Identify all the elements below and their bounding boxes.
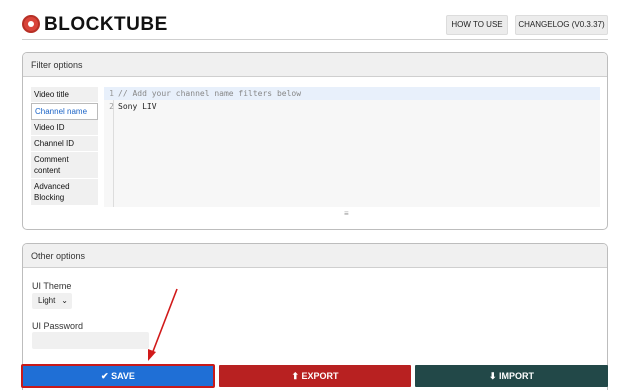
filter-tabs: Video title Channel name Video ID Channe… [31, 87, 98, 206]
tab-channel-name[interactable]: Channel name [31, 103, 98, 120]
other-options-title: Other options [23, 244, 607, 268]
changelog-button[interactable]: CHANGELOG (V0.3.37) [515, 15, 608, 35]
filter-options-panel: Filter options Video title Channel name … [22, 52, 608, 230]
tab-comment-content[interactable]: Comment content [31, 152, 98, 179]
ui-theme-label: UI Theme [32, 281, 72, 291]
ui-theme-value: Light [38, 296, 56, 305]
tab-channel-id[interactable]: Channel ID [31, 136, 98, 152]
resize-handle-icon[interactable]: ≡ [344, 209, 349, 218]
blocktube-logo-icon [22, 15, 40, 33]
how-to-use-button[interactable]: HOW TO USE [446, 15, 508, 35]
import-button[interactable]: ⬇ IMPORT [415, 365, 608, 387]
ui-theme-select[interactable]: Light ⌄ [32, 293, 72, 309]
line-number: 2 [109, 102, 114, 111]
line-text: Sony LIV [118, 102, 157, 111]
save-button[interactable]: ✔ SAVE [21, 364, 215, 388]
filter-editor[interactable]: 1 // Add your channel name filters below… [104, 87, 600, 207]
editor-line[interactable]: 1 // Add your channel name filters below [104, 87, 600, 100]
app-title: BLOCKTUBE [44, 14, 168, 35]
ui-password-input[interactable] [32, 332, 149, 349]
tab-video-title[interactable]: Video title [31, 87, 98, 103]
ui-password-label: UI Password [32, 321, 84, 331]
chevron-down-icon: ⌄ [61, 296, 68, 305]
app-header: BLOCKTUBE HOW TO USE CHANGELOG (V0.3.37) [22, 10, 608, 40]
tab-advanced-blocking[interactable]: Advanced Blocking [31, 179, 98, 206]
action-bar: ✔ SAVE ⬆ EXPORT ⬇ IMPORT [21, 364, 608, 388]
filter-options-title: Filter options [23, 53, 607, 77]
line-text: // Add your channel name filters below [118, 89, 302, 98]
tab-video-id[interactable]: Video ID [31, 120, 98, 136]
line-number: 1 [109, 89, 114, 98]
editor-line[interactable]: 2 Sony LIV [104, 100, 600, 113]
export-button[interactable]: ⬆ EXPORT [219, 365, 411, 387]
